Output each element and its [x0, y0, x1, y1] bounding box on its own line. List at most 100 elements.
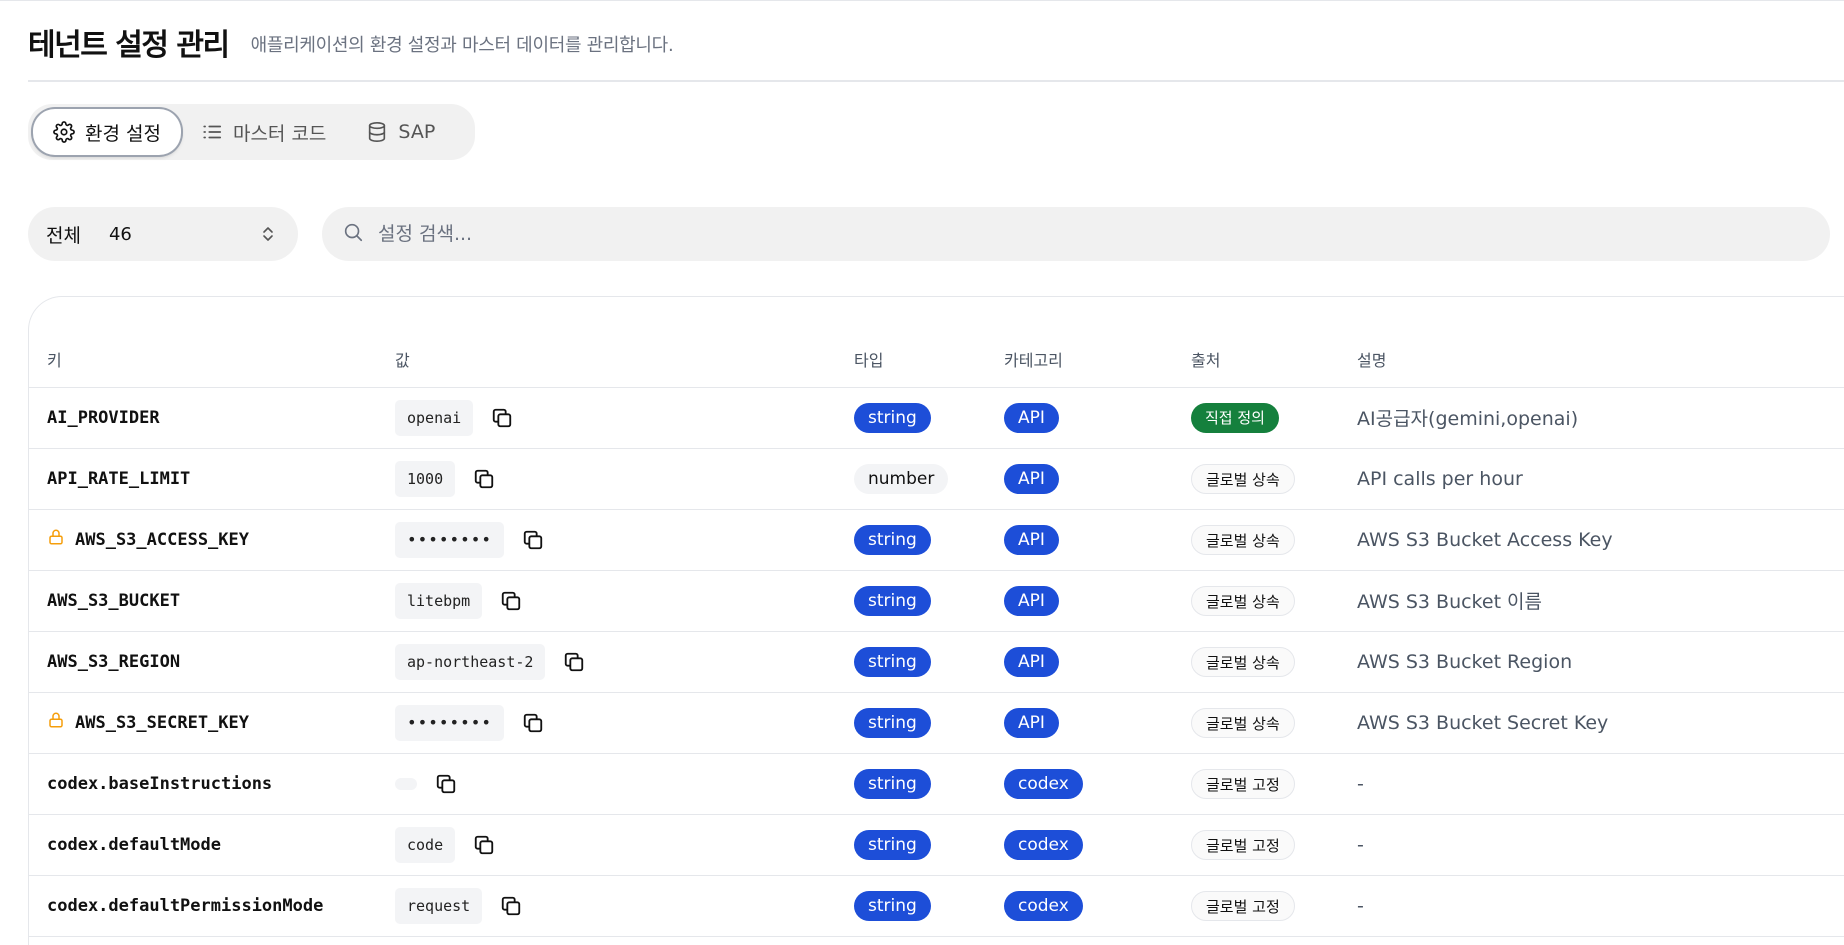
category-cell: API	[1004, 509, 1191, 570]
type-cell: number	[854, 448, 1004, 509]
setting-value: code	[395, 826, 456, 863]
copy-icon[interactable]	[520, 710, 546, 736]
setting-value: litebpm	[395, 582, 483, 619]
description-cell: -	[1357, 753, 1844, 814]
setting-description: AWS S3 Bucket Region	[1357, 650, 1573, 673]
setting-value: openai	[395, 399, 474, 436]
copy-icon[interactable]	[498, 893, 524, 919]
type-badge: number	[854, 463, 949, 494]
description-cell: AWS S3 Bucket 이름	[1357, 570, 1844, 631]
tab-environment-settings[interactable]: 환경 설정	[33, 109, 181, 155]
filter-label: 전체	[46, 224, 81, 247]
value-cell	[395, 753, 854, 814]
tab-label: 마스터 코드	[232, 122, 327, 145]
type-cell: string	[854, 875, 1004, 936]
setting-value: 1000	[395, 460, 456, 497]
key-cell: AI_PROVIDER	[29, 387, 395, 448]
source-badge: 직접 정의	[1191, 402, 1279, 433]
column-header-key: 키	[47, 350, 62, 370]
table-row[interactable]: AWS_S3_ACCESS_KEY •••••••• string API 글로…	[29, 509, 1844, 570]
category-badge: API	[1004, 524, 1059, 555]
type-badge: string	[854, 524, 931, 555]
key-cell: AWS_S3_SECRET_KEY	[29, 692, 395, 753]
tab-label: SAP	[398, 121, 436, 143]
type-badge: string	[854, 890, 931, 921]
copy-icon[interactable]	[471, 466, 497, 492]
category-cell: codex	[1004, 875, 1191, 936]
setting-key: AWS_S3_REGION	[47, 651, 181, 672]
category-filter-select[interactable]: 전체 46	[28, 207, 298, 261]
setting-description: API calls per hour	[1357, 467, 1523, 490]
source-cell: 글로벌 상속	[1191, 509, 1357, 570]
table-row[interactable]: codex.defaultMode code string codex 글로벌 …	[29, 814, 1844, 875]
value-cell: ap-northeast-2	[395, 631, 854, 692]
source-badge: 글로벌 고정	[1191, 768, 1295, 799]
chevron-up-down-icon	[260, 224, 276, 248]
setting-key: AWS_S3_SECRET_KEY	[75, 712, 249, 733]
type-cell: string	[854, 570, 1004, 631]
tab-sap[interactable]: SAP	[346, 109, 455, 155]
table-row[interactable]: AI_PROVIDER openai string API 직접 정의 AI공급…	[29, 387, 1844, 448]
setting-description: AWS S3 Bucket Secret Key	[1357, 711, 1609, 734]
type-badge: string	[854, 646, 931, 677]
source-badge: 글로벌 상속	[1191, 646, 1295, 677]
setting-value: ap-northeast-2	[395, 643, 546, 680]
table-row[interactable]: AWS_S3_SECRET_KEY •••••••• string API 글로…	[29, 692, 1844, 753]
value-cell: litebpm	[395, 570, 854, 631]
table-row[interactable]: AWS_S3_REGION ap-northeast-2 string API …	[29, 631, 1844, 692]
description-cell: -	[1357, 814, 1844, 875]
top-divider	[0, 0, 1844, 1]
settings-table-card: 키 값 타입 카테고리 출처 설명 AI_PROVIDER openai str…	[28, 296, 1844, 945]
database-icon	[366, 121, 388, 143]
copy-icon[interactable]	[433, 771, 459, 797]
table-row[interactable]: AWS_S3_BUCKET litebpm string API 글로벌 상속 …	[29, 570, 1844, 631]
setting-key: AI_PROVIDER	[47, 407, 160, 428]
column-header-description: 설명	[1357, 350, 1387, 370]
description-cell: AWS S3 Bucket Secret Key	[1357, 692, 1844, 753]
copy-icon[interactable]	[520, 527, 546, 553]
setting-key: codex.defaultPermissionMode	[47, 895, 324, 916]
table-row[interactable]: codex.baseInstructions string codex 글로벌 …	[29, 753, 1844, 814]
table-row[interactable]: API_RATE_LIMIT 1000 number API 글로벌 상속 AP…	[29, 448, 1844, 509]
copy-icon[interactable]	[489, 405, 515, 431]
copy-icon[interactable]	[498, 588, 524, 614]
setting-key: AWS_S3_ACCESS_KEY	[75, 529, 249, 550]
value-cell: ••••••••	[395, 509, 854, 570]
lock-icon	[47, 711, 65, 734]
search-input[interactable]	[378, 223, 1778, 245]
description-cell: AI공급자(gemini,openai)	[1357, 387, 1844, 448]
column-header-type: 타입	[854, 350, 884, 370]
gear-icon	[53, 121, 75, 143]
type-badge: string	[854, 585, 931, 616]
setting-description: -	[1357, 894, 1364, 917]
value-cell: code	[395, 814, 854, 875]
category-badge: API	[1004, 707, 1059, 738]
value-cell: ••••••••	[395, 692, 854, 753]
type-cell: string	[854, 509, 1004, 570]
list-icon	[201, 121, 223, 143]
source-cell: 글로벌 고정	[1191, 753, 1357, 814]
category-badge: codex	[1004, 768, 1083, 799]
category-badge: codex	[1004, 829, 1083, 860]
tab-master-code[interactable]: 마스터 코드	[181, 109, 346, 155]
type-cell: string	[854, 387, 1004, 448]
setting-key: codex.baseInstructions	[47, 773, 273, 794]
column-header-source: 출처	[1191, 350, 1221, 370]
category-badge: API	[1004, 646, 1059, 677]
lock-icon	[47, 528, 65, 551]
key-cell: codex.baseInstructions	[29, 753, 395, 814]
setting-key: codex.defaultMode	[47, 834, 221, 855]
setting-description: -	[1357, 833, 1364, 856]
page-subtitle: 애플리케이션의 환경 설정과 마스터 데이터를 관리합니다.	[250, 35, 674, 56]
type-badge: string	[854, 707, 931, 738]
copy-icon[interactable]	[561, 649, 587, 675]
category-badge: API	[1004, 463, 1059, 494]
copy-icon[interactable]	[471, 832, 497, 858]
source-badge: 글로벌 상속	[1191, 524, 1295, 555]
table-row[interactable]: codex.defaultPermissionMode request stri…	[29, 875, 1844, 936]
description-cell: AWS S3 Bucket Region	[1357, 631, 1844, 692]
description-cell: API calls per hour	[1357, 448, 1844, 509]
category-cell: API	[1004, 631, 1191, 692]
filter-count: 46	[108, 223, 132, 245]
category-cell: API	[1004, 448, 1191, 509]
